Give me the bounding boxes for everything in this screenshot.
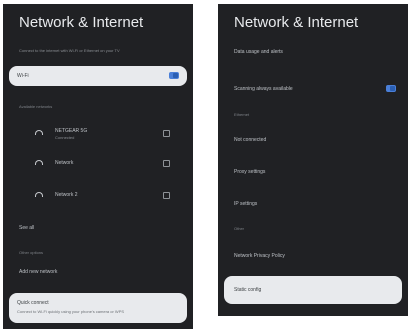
lock-icon — [163, 160, 170, 167]
other-options-header: Other options — [19, 250, 44, 255]
network-status: Connected — [55, 135, 75, 140]
network-internet-panel-left: Network & Internet Connect to the intern… — [3, 4, 193, 329]
lock-icon — [163, 192, 170, 199]
page-title: Network & Internet — [19, 14, 144, 31]
lock-icon — [163, 130, 170, 137]
other-header: Other — [234, 226, 245, 231]
network-item[interactable]: Network — [3, 154, 193, 172]
wifi-toggle-switch[interactable] — [169, 72, 179, 79]
add-network-item[interactable]: Add new network — [3, 264, 193, 280]
add-network-label: Add new network — [19, 269, 58, 275]
ethernet-status-item: Not connected — [218, 132, 408, 148]
static-config-item[interactable]: Static config — [224, 276, 402, 304]
wifi-signal-icon — [35, 130, 43, 135]
page-title: Network & Internet — [234, 14, 359, 31]
page-description: Connect to the internet with Wi-Fi or Et… — [19, 48, 120, 53]
wifi-signal-icon — [35, 160, 43, 165]
network-name: Network — [55, 160, 74, 166]
static-config-label: Static config — [234, 287, 262, 293]
ethernet-status-label: Not connected — [234, 137, 267, 143]
network-privacy-policy-item[interactable]: Network Privacy Policy — [218, 248, 408, 264]
scanning-toggle-switch[interactable] — [386, 85, 396, 92]
proxy-settings-item[interactable]: Proxy settings — [218, 164, 408, 180]
quick-connect-item[interactable]: Quick connect Connect to Wi-Fi quickly u… — [9, 293, 187, 323]
wifi-signal-icon — [35, 192, 43, 197]
scanning-always-available-row[interactable]: Scanning always available — [218, 80, 408, 98]
network-internet-panel-right: Network & Internet Data usage and alerts… — [218, 4, 408, 316]
quick-connect-description: Connect to Wi-Fi quickly using your phon… — [17, 309, 125, 314]
network-item[interactable]: Network 2 — [3, 186, 193, 204]
data-usage-label: Data usage and alerts — [234, 49, 283, 55]
see-all-label: See all — [19, 225, 35, 231]
data-usage-item[interactable]: Data usage and alerts — [218, 44, 408, 60]
ip-settings-item[interactable]: IP settings — [218, 196, 408, 212]
ethernet-header: Ethernet — [234, 112, 250, 117]
ip-settings-label: IP settings — [234, 201, 258, 207]
network-name: NETGEAR 5G — [55, 128, 88, 134]
network-item[interactable]: NETGEAR 5G Connected — [3, 122, 193, 144]
scanning-label: Scanning always available — [234, 86, 293, 92]
network-name: Network 2 — [55, 192, 78, 198]
proxy-settings-label: Proxy settings — [234, 169, 266, 175]
available-networks-header: Available networks — [19, 104, 53, 109]
wifi-label: Wi-Fi — [17, 73, 29, 79]
see-all-item[interactable]: See all — [3, 220, 193, 236]
quick-connect-title: Quick connect — [17, 300, 49, 306]
wifi-toggle-row[interactable]: Wi-Fi — [9, 66, 187, 86]
network-privacy-label: Network Privacy Policy — [234, 253, 285, 259]
